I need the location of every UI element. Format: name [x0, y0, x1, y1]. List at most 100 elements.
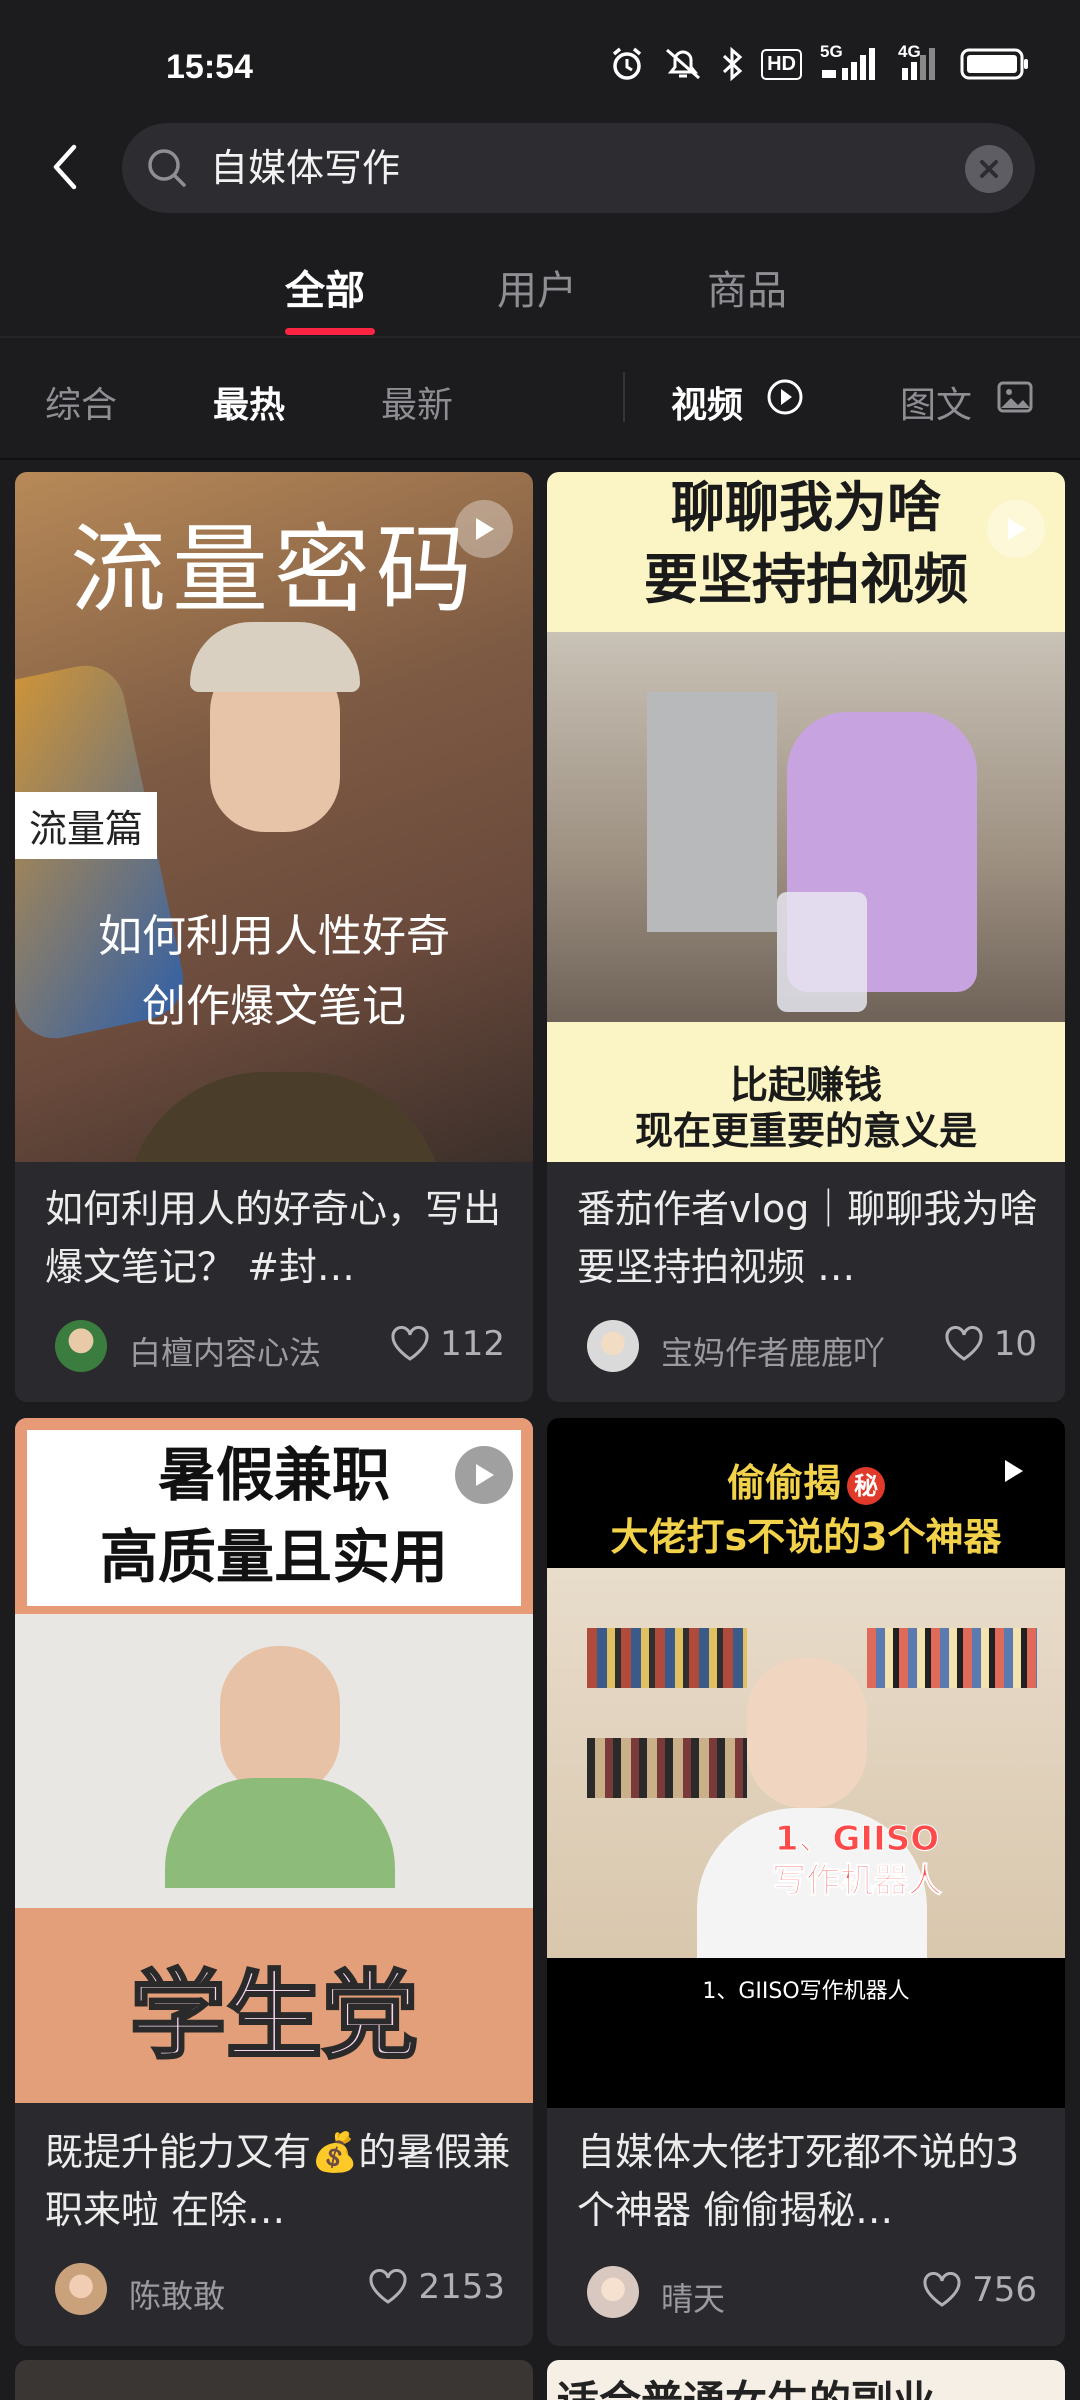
- note-card-peek[interactable]: [15, 2360, 533, 2400]
- active-tab-indicator: [285, 328, 375, 335]
- play-icon: [1008, 518, 1026, 540]
- heart-icon: [945, 1326, 983, 1361]
- secret-badge: 秘: [847, 1466, 885, 1505]
- play-icon: [1005, 1460, 1023, 1482]
- bluetooth-icon: [723, 46, 743, 82]
- avatar[interactable]: [587, 2266, 639, 2318]
- cover-subtitle: 1、GIISO写作机器人: [702, 1979, 910, 2004]
- avatar[interactable]: [55, 2263, 107, 2315]
- cover-headline-line: 大佬打s不说的3个神器: [610, 1515, 1002, 1559]
- like-count: 112: [440, 1324, 505, 1364]
- cover-headline: 流量密码: [70, 514, 478, 626]
- cover-overlay: 1、GIISO 写作机器人: [737, 1818, 977, 1902]
- like-button[interactable]: 756: [922, 2270, 1037, 2310]
- battery-icon: [960, 48, 1028, 80]
- note-title: 自媒体大佬打死都不说的3个神器 偷偷揭秘…: [577, 2130, 1020, 2232]
- note-cover: 流量密码 流量篇 如何利用人性好奇 创作爆文笔记: [15, 472, 533, 1162]
- cover-caption-line: 现在更重要的意义是: [634, 1109, 977, 1153]
- note-title: 番茄作者vlog｜聊聊我为啥要坚持拍视频 …: [577, 1187, 1038, 1289]
- note-title: 如何利用人的好奇心，写出爆文笔记？ #封…: [45, 1187, 502, 1289]
- author-name[interactable]: 白檀内容心法: [129, 1328, 321, 1374]
- like-button[interactable]: 112: [390, 1324, 505, 1364]
- tab-products[interactable]: 商品: [707, 258, 787, 316]
- author-name[interactable]: 宝妈作者鹿鹿吖: [661, 1328, 885, 1374]
- play-icon: [476, 1464, 494, 1486]
- cover-headline: 适合普通女生的副业: [557, 2368, 935, 2400]
- person-shirt: [125, 1072, 445, 1162]
- like-count: 756: [972, 2270, 1037, 2310]
- search-query: 自媒体写作: [210, 146, 401, 190]
- author-name[interactable]: 晴天: [661, 2274, 725, 2320]
- author-row: 陈敢敢 2153: [55, 2263, 505, 2319]
- note-card[interactable]: 聊聊我为啥 要坚持拍视频 比起赚钱 现在更重要的意义是 番茄作者vlog｜聊聊我…: [547, 472, 1065, 1402]
- filter-hottest[interactable]: 最热: [213, 376, 285, 428]
- cover-bottom-text: 学生党: [129, 1959, 420, 2074]
- search-icon: [148, 149, 186, 187]
- author-row: 白檀内容心法 112: [55, 1320, 505, 1376]
- play-circle-icon: [767, 379, 803, 415]
- note-card[interactable]: 偷偷揭秘 大佬打s不说的3个神器 1、GIISO 写作机器人 1、GIISO写作…: [547, 1418, 1065, 2346]
- person-face: [747, 1658, 867, 1808]
- back-button[interactable]: [30, 130, 100, 204]
- cover-caption-line: 创作爆文笔记: [142, 981, 406, 1032]
- hd-icon: HD: [761, 48, 802, 80]
- cover-headline-line: 高质量且实用: [99, 1523, 448, 1591]
- filter-separator: [623, 372, 625, 422]
- like-count: 10: [993, 1324, 1037, 1364]
- cover-headline-line: 要坚持拍视频: [644, 548, 968, 611]
- like-button[interactable]: 10: [944, 1324, 1037, 1364]
- blender: [777, 892, 867, 1012]
- note-cover: 聊聊我为啥 要坚持拍视频 比起赚钱 现在更重要的意义是: [547, 472, 1065, 1162]
- heart-icon: [923, 2272, 961, 2307]
- person-face: [220, 1646, 340, 1796]
- avatar[interactable]: [587, 1320, 639, 1372]
- author-name[interactable]: 陈敢敢: [129, 2271, 225, 2317]
- alarm-icon: [612, 47, 642, 80]
- cover-overlay-line: 1、GIISO: [774, 1819, 940, 1860]
- avatar[interactable]: [55, 1320, 107, 1372]
- play-icon: [476, 518, 494, 540]
- signal-5g-icon: 5G: [820, 42, 880, 82]
- cover-headline-text: 偷偷揭: [726, 1461, 841, 1505]
- bookshelf-scene: 1、GIISO 写作机器人: [547, 1568, 1065, 1958]
- divider: [0, 458, 1080, 460]
- top-tabs: 全部 用户 商品: [0, 240, 1080, 336]
- video-badge: [1001, 1458, 1025, 1488]
- cover-headline: 聊聊我为啥 要坚持拍视频: [547, 472, 1065, 616]
- heart-icon: [369, 2269, 407, 2304]
- filter-newest[interactable]: 最新: [381, 376, 453, 428]
- tab-all[interactable]: 全部: [285, 258, 365, 316]
- note-card[interactable]: 流量密码 流量篇 如何利用人性好奇 创作爆文笔记 如何利用人的好奇心，写出爆文笔…: [15, 472, 533, 1402]
- cover-caption-line: 如何利用人性好奇: [98, 911, 450, 962]
- cover-headline: 偷偷揭秘 大佬打s不说的3个神器: [547, 1456, 1065, 1564]
- heart-icon: [391, 1326, 429, 1361]
- filter-row: 综合 最热 最新 视频 图文: [0, 338, 1080, 458]
- person-shirt: [165, 1778, 395, 1888]
- note-title: 既提升能力又有💰的暑假兼职来啦 在除…: [45, 2130, 511, 2232]
- author-row: 晴天 756: [587, 2266, 1037, 2322]
- clear-button[interactable]: [965, 145, 1013, 193]
- fridge: [647, 692, 777, 932]
- tab-users[interactable]: 用户: [497, 258, 577, 316]
- search-input[interactable]: 自媒体写作: [122, 123, 1035, 213]
- note-cover: 偷偷揭秘 大佬打s不说的3个神器 1、GIISO 写作机器人 1、GIISO写作…: [547, 1418, 1065, 2108]
- status-icons: HD 5G 4G: [609, 42, 1030, 84]
- video-badge: [455, 1446, 513, 1504]
- filter-video[interactable]: 视频: [671, 376, 743, 428]
- note-card-peek[interactable]: 适合普通女生的副业: [547, 2360, 1065, 2400]
- clear-icon: [980, 160, 998, 178]
- books-row: [867, 1628, 1037, 1688]
- video-badge: [987, 500, 1045, 558]
- like-button[interactable]: 2153: [368, 2267, 505, 2307]
- books-row: [587, 1738, 747, 1798]
- status-time: 15:54: [166, 48, 253, 86]
- cover-caption: 如何利用人性好奇 创作爆文笔记: [15, 902, 533, 1042]
- like-count: 2153: [418, 2267, 505, 2307]
- filter-comprehensive[interactable]: 综合: [45, 376, 117, 428]
- person-cap: [190, 622, 360, 692]
- note-card[interactable]: 暑假兼职 高质量且实用 学生党 既提升能力又有💰的暑假兼职来啦 在除… 陈敢敢 …: [15, 1418, 533, 2346]
- signal-4g-icon: 4G: [898, 42, 942, 82]
- filter-image-text[interactable]: 图文: [900, 376, 972, 428]
- cover-tag: 流量篇: [15, 792, 158, 859]
- books-row: [587, 1628, 747, 1688]
